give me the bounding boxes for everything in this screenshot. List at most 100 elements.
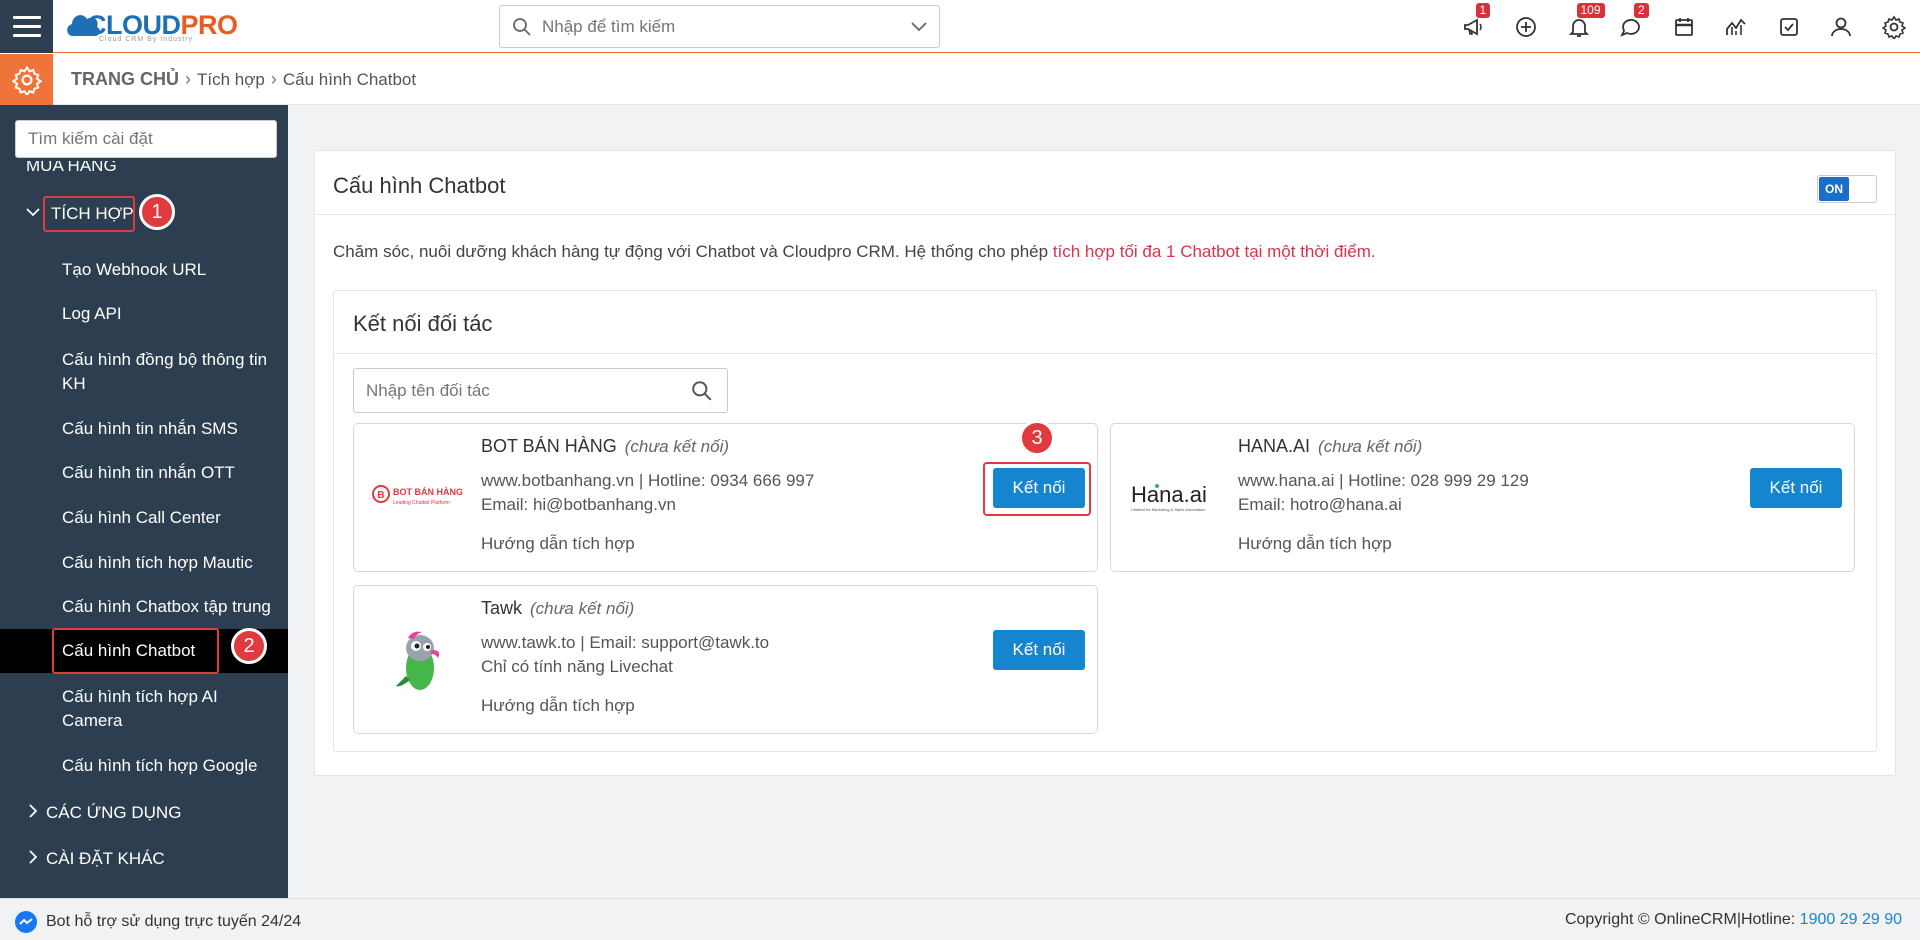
highlight-box — [52, 628, 219, 674]
partner-name: HANA.AI (chưa kết nối) — [1238, 436, 1422, 457]
partners-panel: Kết nối đối tác B BOT BÁN HÀNG Leading C… — [333, 290, 1877, 752]
calendar-icon — [1674, 17, 1693, 36]
menu-icon[interactable] — [0, 0, 53, 53]
botbanhang-logo-sub: Leading Chatbot Platform — [393, 500, 450, 506]
notifications-badge: 109 — [1576, 3, 1605, 18]
partner-contact: www.tawk.to | Email: support@tawk.to — [481, 633, 770, 652]
tawk-logo-icon — [370, 606, 470, 714]
messenger-icon — [15, 911, 37, 933]
top-icon-bar: 1 109 2 — [1448, 0, 1920, 53]
connect-button-tawk[interactable]: Kết nối — [993, 630, 1085, 670]
sidebar-item-chatbox[interactable]: Cấu hình Chatbox tập trung — [62, 595, 288, 619]
tasks-button[interactable] — [1763, 0, 1816, 53]
notifications-button[interactable]: 109 — [1553, 0, 1606, 53]
partner-status: (chưa kết nối) — [530, 599, 635, 618]
support-bot-text: Bot hỗ trợ sử dụng trực tuyến 24/24 — [46, 913, 302, 930]
partner-email: Email: hi@botbanhang.vn — [481, 495, 676, 514]
partner-feature-note: Chỉ có tính năng Livechat — [481, 657, 673, 676]
chatbot-config-card: Cấu hình Chatbot ON Chăm sóc, nuôi dưỡng… — [314, 150, 1896, 776]
sidebar-item-webhook[interactable]: Tạo Webhook URL — [62, 258, 282, 282]
description-text: Chăm sóc, nuôi dưỡng khách hàng tự động … — [333, 242, 1053, 261]
partner-name: Tawk (chưa kết nối) — [481, 598, 634, 619]
main-content: Cấu hình Chatbot ON Chăm sóc, nuôi dưỡng… — [288, 105, 1920, 898]
divider — [315, 214, 1895, 215]
chatbot-toggle[interactable]: ON — [1817, 175, 1877, 203]
svg-text:B: B — [377, 490, 384, 501]
step-badge-1: 1 — [139, 194, 175, 230]
top-bar: CLOUDPRO Cloud CRM By Industry 1 109 2 — [0, 0, 1920, 53]
partner-name-text: HANA.AI — [1238, 436, 1311, 456]
sidebar-group-label: CÀI ĐẶT KHÁC — [46, 849, 165, 868]
partner-guide-link[interactable]: Hướng dẫn tích hợp — [481, 696, 635, 716]
settings-search-input[interactable] — [15, 120, 277, 158]
announce-button[interactable]: 1 — [1448, 0, 1501, 53]
sidebar-item-google[interactable]: Cấu hình tích hợp Google — [62, 754, 282, 778]
divider — [334, 353, 1876, 354]
breadcrumb-current: Cấu hình Chatbot — [282, 69, 417, 89]
sidebar-group-other[interactable]: CÀI ĐẶT KHÁC — [0, 837, 288, 881]
checkbox-icon — [1779, 17, 1798, 36]
partner-status: (chưa kết nối) — [1318, 437, 1423, 456]
sidebar-item-mautic[interactable]: Cấu hình tích hợp Mautic — [62, 551, 282, 575]
sidebar-item-ai-camera[interactable]: Cấu hình tích hợp AI Camera — [62, 685, 282, 733]
partner-guide-link[interactable]: Hướng dẫn tích hợp — [1238, 534, 1392, 554]
hana-logo-sub: Chatbot for Marketing & Sales Automation — [1131, 507, 1205, 512]
messages-button[interactable]: 2 — [1605, 0, 1658, 53]
support-bot-link[interactable]: Bot hỗ trợ sử dụng trực tuyến 24/24 — [14, 910, 301, 934]
copyright: Copyright © OnlineCRM|Hotline: 1900 29 2… — [1565, 911, 1902, 929]
reports-button[interactable] — [1710, 0, 1763, 53]
sidebar-item-call-center[interactable]: Cấu hình Call Center — [62, 506, 282, 530]
sidebar-item-customer-sync[interactable]: Cấu hình đồng bộ thông tin KH — [62, 348, 282, 396]
search-icon — [513, 18, 531, 36]
sidebar-item-ott[interactable]: Cấu hình tin nhắn OTT — [62, 461, 282, 485]
breadcrumb-separator: › — [270, 69, 277, 89]
settings-gear-icon[interactable] — [0, 54, 53, 105]
megaphone-icon — [1463, 17, 1482, 36]
hana-logo-text: Hana.ai — [1131, 482, 1207, 507]
partners-title: Kết nối đối tác — [353, 311, 493, 336]
partner-card-hana: Hana.ai Chatbot for Marketing & Sales Au… — [1110, 423, 1855, 572]
search-icon[interactable] — [691, 380, 713, 402]
highlight-box — [43, 196, 135, 232]
plus-circle-icon — [1516, 16, 1537, 37]
gear-icon — [1881, 15, 1906, 39]
global-search-input[interactable] — [542, 14, 882, 40]
footer: Bot hỗ trợ sử dụng trực tuyến 24/24 Copy… — [0, 898, 1920, 940]
logo-tagline: Cloud CRM By Industry — [99, 36, 194, 43]
partner-card-tawk: Tawk (chưa kết nối) www.tawk.to | Email: … — [353, 585, 1098, 734]
config-description: Chăm sóc, nuôi dưỡng khách hàng tự động … — [333, 242, 1376, 262]
global-search[interactable] — [499, 5, 940, 48]
hotline-link[interactable]: 1900 29 29 90 — [1800, 911, 1902, 928]
partner-contact: www.hana.ai | Hotline: 028 999 29 129 — [1238, 471, 1529, 490]
page-title: Cấu hình Chatbot — [333, 173, 506, 198]
user-icon — [1831, 17, 1852, 36]
partner-contact: www.botbanhang.vn | Hotline: 0934 666 99… — [481, 471, 815, 490]
settings-button[interactable] — [1868, 0, 1920, 53]
calendar-button[interactable] — [1658, 0, 1711, 53]
partner-email: Email: hotro@hana.ai — [1238, 495, 1402, 514]
sidebar-group-purchase[interactable]: MUA HÀNG — [26, 161, 117, 175]
chevron-down-icon — [26, 208, 40, 217]
partner-guide-link[interactable]: Hướng dẫn tích hợp — [481, 534, 635, 554]
cloudpro-logo[interactable]: CLOUDPRO Cloud CRM By Industry — [63, 2, 253, 50]
partner-status: (chưa kết nối) — [624, 437, 730, 456]
sidebar-item-sms[interactable]: Cấu hình tin nhắn SMS — [62, 417, 282, 441]
step-badge-2: 2 — [231, 628, 267, 664]
breadcrumb-integration[interactable]: Tích hợp — [197, 70, 265, 90]
connect-button-botbanhang[interactable]: Kết nối — [993, 468, 1085, 508]
partner-name: BOT BÁN HÀNG (chưa kết nối) — [481, 436, 729, 457]
add-button[interactable] — [1500, 0, 1553, 53]
breadcrumb-home[interactable]: TRANG CHỦ — [71, 69, 179, 90]
sidebar-group-apps[interactable]: CÁC ỨNG DỤNG — [0, 791, 288, 835]
sidebar-item-log-api[interactable]: Log API — [62, 302, 282, 326]
partner-name-text: BOT BÁN HÀNG — [481, 436, 617, 456]
partner-card-botbanhang: B BOT BÁN HÀNG Leading Chatbot Platform … — [353, 420, 1098, 572]
chevron-down-icon[interactable] — [911, 20, 927, 32]
connect-button-hana[interactable]: Kết nối — [1750, 468, 1842, 508]
chevron-right-icon — [29, 850, 38, 864]
announce-badge: 1 — [1475, 3, 1491, 18]
bell-icon — [1568, 18, 1589, 37]
partner-search-input[interactable] — [366, 379, 666, 403]
partner-search[interactable] — [353, 368, 728, 413]
profile-button[interactable] — [1815, 0, 1868, 53]
